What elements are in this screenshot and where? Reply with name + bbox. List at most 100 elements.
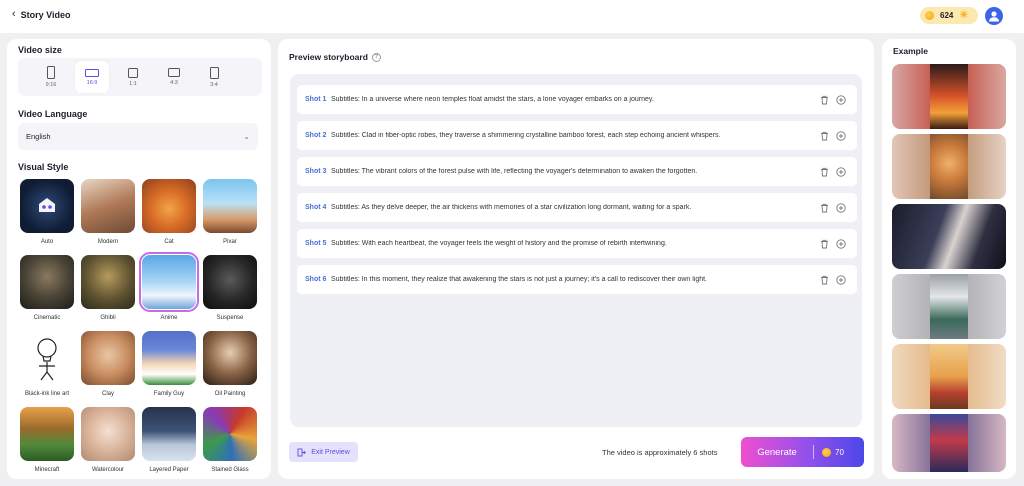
shot-row[interactable]: Shot 4 Subtitles: As they delve deeper, …: [297, 193, 857, 222]
style-thumbnail: [203, 407, 257, 461]
sun-icon: ☀: [959, 10, 969, 21]
shot-row[interactable]: Shot 1 Subtitles: In a universe where ne…: [297, 85, 857, 114]
shot-number: Shot 1: [305, 96, 327, 103]
add-circle-icon[interactable]: [836, 166, 846, 177]
add-circle-icon[interactable]: [836, 274, 846, 285]
style-label: Ghibli: [100, 315, 116, 321]
style-anime[interactable]: Anime: [139, 252, 199, 321]
example-video[interactable]: [892, 134, 1006, 199]
storyboard-title: Preview storyboard ?: [289, 52, 381, 62]
generate-button[interactable]: Generate 70: [741, 437, 864, 467]
landscape-icon: [168, 68, 180, 77]
trash-icon[interactable]: [819, 239, 829, 249]
example-thumbnail: [930, 414, 968, 472]
size-option-3-4[interactable]: 3:4: [197, 61, 231, 93]
style-label: Suspense: [216, 315, 244, 321]
back-button[interactable]: ‹ Story Video: [12, 9, 71, 20]
style-stained-glass[interactable]: Stained Glass: [203, 407, 257, 473]
shot-subtitle: Subtitles: With each heartbeat, the voya…: [331, 240, 667, 247]
coin-balance[interactable]: 624 ☀: [920, 7, 978, 24]
user-avatar[interactable]: [985, 7, 1003, 25]
style-label: Oil Painting: [214, 391, 246, 397]
shot-subtitle: Subtitles: Clad in fiber-optic robes, th…: [331, 132, 721, 139]
chevron-left-icon: ‹: [12, 8, 16, 20]
add-circle-icon[interactable]: [836, 130, 846, 141]
coin-count: 624: [940, 11, 954, 20]
square-icon: [128, 67, 138, 78]
size-label: 9:16: [45, 82, 57, 88]
add-circle-icon[interactable]: [836, 238, 846, 249]
shot-subtitle: Subtitles: As they delve deeper, the air…: [331, 204, 692, 211]
style-label: Auto: [40, 239, 54, 245]
back-label: Story Video: [20, 9, 71, 20]
style-watercolour[interactable]: Watercolour: [81, 407, 135, 473]
example-video[interactable]: [892, 414, 1006, 472]
style-black-ink[interactable]: Black-ink line art: [20, 331, 74, 397]
style-thumbnail: [203, 255, 257, 309]
style-label: Clay: [101, 391, 114, 397]
shot-row[interactable]: Shot 2 Subtitles: Clad in fiber-optic ro…: [297, 121, 857, 150]
style-thumbnail: [203, 331, 257, 385]
size-option-1-1[interactable]: 1:1: [116, 61, 150, 93]
help-icon[interactable]: ?: [371, 52, 381, 62]
example-video[interactable]: [892, 64, 1006, 129]
shot-row[interactable]: Shot 5 Subtitles: With each heartbeat, t…: [297, 229, 857, 258]
trash-icon[interactable]: [819, 131, 829, 141]
style-label: Layered Paper: [149, 467, 189, 473]
shot-number: Shot 4: [305, 204, 327, 211]
style-pixar[interactable]: Pixar: [203, 179, 257, 245]
style-thumbnail: [20, 331, 74, 385]
portrait-icon: [47, 66, 55, 79]
style-oil-painting[interactable]: Oil Painting: [203, 331, 257, 397]
example-panel: Example: [882, 39, 1016, 479]
shot-subtitle: Subtitles: The vibrant colors of the for…: [331, 168, 698, 175]
style-minecraft[interactable]: Minecraft: [20, 407, 74, 473]
style-label: Modern: [97, 239, 119, 245]
example-video[interactable]: [892, 204, 1006, 269]
add-circle-icon[interactable]: [836, 202, 846, 213]
style-thumbnail: [20, 407, 74, 461]
style-thumbnail: [81, 331, 135, 385]
robot-icon: [39, 198, 55, 212]
style-thumbnail: [81, 255, 135, 309]
generate-label: Generate: [757, 446, 797, 458]
style-modern[interactable]: Modern: [81, 179, 135, 245]
example-thumbnail: [930, 64, 968, 129]
style-thumbnail: [142, 331, 196, 385]
exit-preview-button[interactable]: Exit Preview: [289, 442, 358, 462]
style-label: Anime: [160, 315, 178, 321]
visual-style-title: Visual Style: [18, 162, 69, 172]
size-option-16-9[interactable]: 16:9: [75, 61, 109, 93]
style-label: Black-ink line art: [24, 391, 69, 397]
example-video[interactable]: [892, 344, 1006, 409]
shot-number: Shot 2: [305, 132, 327, 139]
style-thumbnail: [20, 255, 74, 309]
trash-icon[interactable]: [819, 95, 829, 105]
style-family-guy[interactable]: Family Guy: [142, 331, 196, 397]
example-video[interactable]: [892, 274, 1006, 339]
add-circle-icon[interactable]: [836, 94, 846, 105]
style-ghibli[interactable]: Ghibli: [81, 255, 135, 321]
size-option-9-16[interactable]: 9:16: [34, 61, 68, 93]
size-option-4-3[interactable]: 4:3: [157, 61, 191, 93]
trash-icon[interactable]: [819, 275, 829, 285]
style-label: Cat: [164, 239, 174, 245]
shot-row[interactable]: Shot 6 Subtitles: In this moment, they r…: [297, 265, 857, 294]
style-suspense[interactable]: Suspense: [203, 255, 257, 321]
trash-icon[interactable]: [819, 167, 829, 177]
language-select[interactable]: English ⌄: [18, 123, 258, 150]
style-cat[interactable]: Cat: [142, 179, 196, 245]
shot-subtitle: Subtitles: In a universe where neon temp…: [331, 96, 654, 103]
style-cinematic[interactable]: Cinematic: [20, 255, 74, 321]
cost-value: 70: [835, 447, 844, 457]
shot-row[interactable]: Shot 3 Subtitles: The vibrant colors of …: [297, 157, 857, 186]
storyboard-list: Shot 1 Subtitles: In a universe where ne…: [290, 74, 862, 427]
trash-icon[interactable]: [819, 203, 829, 213]
lightbulb-figure-icon: [37, 338, 57, 381]
style-layered-paper[interactable]: Layered Paper: [142, 407, 196, 473]
shot-number: Shot 3: [305, 168, 327, 175]
style-auto[interactable]: Auto: [20, 179, 74, 245]
style-label: Family Guy: [153, 391, 185, 397]
chevron-down-icon: ⌄: [243, 132, 250, 141]
style-clay[interactable]: Clay: [81, 331, 135, 397]
